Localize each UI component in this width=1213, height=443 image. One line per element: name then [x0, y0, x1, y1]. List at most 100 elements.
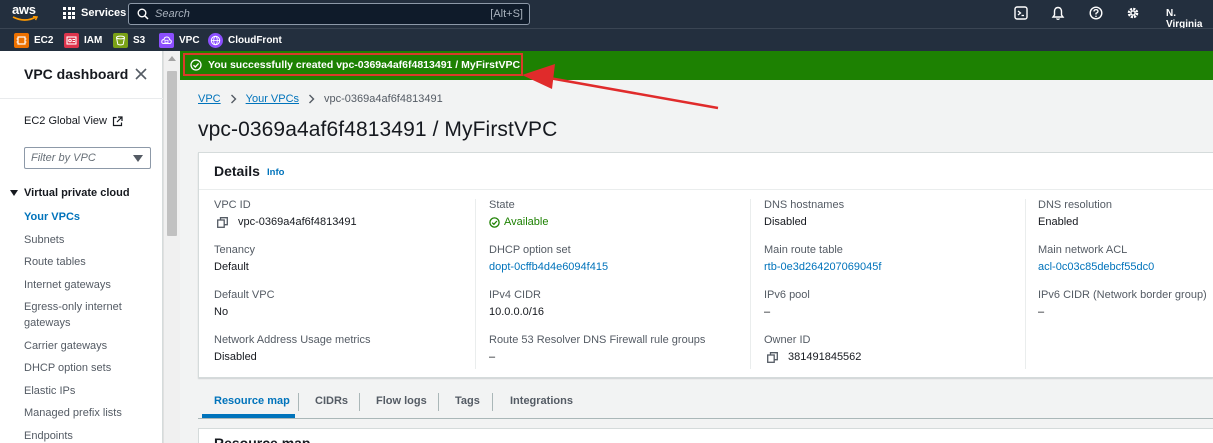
sidebar-item-egress-only-internet-gateways[interactable]: Egress-only internet gateways: [24, 299, 154, 331]
scrollbar-thumb[interactable]: [167, 71, 177, 236]
search-bar[interactable]: [Alt+S]: [128, 3, 530, 25]
field-label: IPv4 CIDR: [489, 289, 541, 301]
field-main-network-acl: Main network ACL acl-0c03c85debcf55dc0: [1038, 244, 1154, 274]
close-icon[interactable]: [135, 68, 147, 80]
field-default-vpc: Default VPC No: [214, 289, 275, 319]
sidebar-item-endpoints[interactable]: Endpoints: [24, 428, 154, 443]
state-value: Available: [504, 216, 549, 228]
aws-logo[interactable]: aws: [12, 3, 42, 25]
sidebar-item-carrier-gateways[interactable]: Carrier gateways: [24, 338, 154, 354]
vpc-id-value: vpc-0369a4af6f4813491: [238, 216, 357, 228]
tab-divider: [298, 393, 299, 411]
gear-icon[interactable]: [1126, 6, 1140, 20]
sidebar: VPC dashboard EC2 Global View Filter by …: [0, 51, 163, 443]
info-link[interactable]: Info: [267, 167, 284, 178]
favorite-vpc[interactable]: VPC: [159, 33, 200, 48]
field-label: DNS hostnames: [764, 199, 845, 211]
favorite-cloudfront[interactable]: CloudFront: [208, 33, 282, 48]
main-network-acl-link[interactable]: acl-0c03c85debcf55dc0: [1038, 261, 1154, 274]
field-dns-hostnames: DNS hostnames Disabled: [764, 199, 844, 229]
help-icon[interactable]: [1089, 6, 1103, 20]
column-divider: [750, 199, 751, 369]
field-main-route-table: Main route table rtb-0e3d264207069045f: [764, 244, 881, 274]
field-label: VPC ID: [214, 199, 251, 211]
bell-icon[interactable]: [1051, 6, 1065, 21]
sidebar-item-managed-prefix-lists[interactable]: Managed prefix lists: [24, 405, 154, 421]
tab-integrations[interactable]: Integrations: [510, 395, 573, 407]
aws-logo-text: aws: [12, 2, 36, 17]
column-divider: [1025, 199, 1026, 369]
favorite-s3[interactable]: S3: [113, 33, 145, 48]
sidebar-item-elastic-ips[interactable]: Elastic IPs: [24, 383, 154, 399]
field-label: Main route table: [764, 244, 843, 256]
dhcp-option-set-link[interactable]: dopt-0cffb4d4e6094f415: [489, 261, 608, 274]
field-dhcp-option-set: DHCP option set dopt-0cffb4d4e6094f415: [489, 244, 608, 274]
column-divider: [475, 199, 476, 369]
s3-bucket-icon: [113, 33, 128, 48]
field-value: Disabled: [214, 351, 257, 363]
external-link-icon: [112, 115, 123, 126]
check-circle-icon: [190, 58, 202, 71]
copy-icon[interactable]: [767, 352, 778, 363]
success-message-highlight: You successfully created vpc-0369a4af6f4…: [183, 53, 523, 76]
services-label: Services: [81, 7, 127, 19]
tab-divider: [492, 393, 493, 411]
field-route53-resolver-dns-firewall: Route 53 Resolver DNS Firewall rule grou…: [489, 334, 705, 364]
field-value: No: [214, 306, 229, 318]
main-route-table-link[interactable]: rtb-0e3d264207069045f: [764, 261, 881, 274]
sidebar-title[interactable]: VPC dashboard: [24, 66, 128, 82]
search-shortcut: [Alt+S]: [490, 8, 523, 20]
field-value: –: [489, 351, 496, 363]
check-circle-icon: [489, 217, 500, 228]
sidebar-item-route-tables[interactable]: Route tables: [24, 254, 154, 270]
success-message: You successfully created vpc-0369a4af6f4…: [208, 58, 521, 71]
sidebar-item-your-vpcs[interactable]: Your VPCs: [24, 209, 154, 225]
scroll-up-arrow-icon[interactable]: [168, 56, 176, 61]
field-dns-resolution: DNS resolution Enabled: [1038, 199, 1112, 229]
chevron-right-icon: [309, 94, 315, 104]
sidebar-divider: [0, 98, 163, 99]
field-label: Default VPC: [214, 289, 275, 301]
section-label: Virtual private cloud: [24, 187, 130, 199]
services-menu-button[interactable]: Services: [63, 7, 126, 19]
region-selector[interactable]: N. Virginia: [1166, 8, 1213, 30]
favorite-label: IAM: [84, 35, 103, 46]
section-virtual-private-cloud[interactable]: Virtual private cloud: [10, 187, 130, 199]
tab-resource-map[interactable]: Resource map: [214, 395, 290, 407]
field-label: DHCP option set: [489, 244, 571, 256]
field-label: Tenancy: [214, 244, 255, 256]
vpc-icon: [159, 33, 174, 48]
cloudshell-icon[interactable]: [1014, 6, 1028, 20]
sidebar-item-internet-gateways[interactable]: Internet gateways: [24, 277, 154, 293]
details-header: Details Info: [199, 153, 1213, 190]
ec2-global-view-link[interactable]: EC2 Global View: [24, 115, 123, 127]
vpc-filter-placeholder: Filter by VPC: [31, 152, 96, 164]
field-value: Enabled: [1038, 216, 1079, 228]
breadcrumb-vpc[interactable]: VPC: [198, 93, 221, 105]
breadcrumb-your-vpcs[interactable]: Your VPCs: [246, 93, 299, 105]
field-label: State: [489, 199, 515, 211]
chevron-right-icon: [230, 94, 237, 104]
copy-icon[interactable]: [217, 217, 228, 228]
favorite-ec2[interactable]: EC2: [14, 33, 53, 48]
favorites-bar: EC2 IAM S3 VPC CloudFront: [0, 28, 1213, 51]
favorite-iam[interactable]: IAM: [64, 33, 102, 48]
resource-map-panel: Resource map: [198, 428, 1213, 443]
sidebar-nav-list: Your VPCs Subnets Route tables Internet …: [24, 209, 154, 443]
field-value: Disabled: [764, 216, 807, 228]
breadcrumb: VPC Your VPCs vpc-0369a4af6f4813491: [198, 93, 443, 105]
details-title: Details: [214, 163, 260, 179]
caret-down-icon: [133, 154, 143, 162]
sidebar-item-dhcp-option-sets[interactable]: DHCP option sets: [24, 360, 154, 376]
tab-cidrs[interactable]: CIDRs: [315, 395, 348, 407]
search-input[interactable]: [129, 8, 529, 20]
sidebar-scrollbar[interactable]: [163, 51, 180, 443]
sidebar-item-subnets[interactable]: Subnets: [24, 232, 154, 248]
favorite-label: S3: [133, 35, 146, 46]
tab-tags[interactable]: Tags: [455, 395, 480, 407]
favorite-label: EC2: [34, 35, 54, 46]
field-label: Route 53 Resolver DNS Firewall rule grou…: [489, 334, 706, 346]
tab-flow-logs[interactable]: Flow logs: [376, 395, 427, 407]
vpc-filter-select[interactable]: Filter by VPC: [24, 147, 151, 169]
field-network-address-usage-metrics: Network Address Usage metrics Disabled: [214, 334, 371, 364]
